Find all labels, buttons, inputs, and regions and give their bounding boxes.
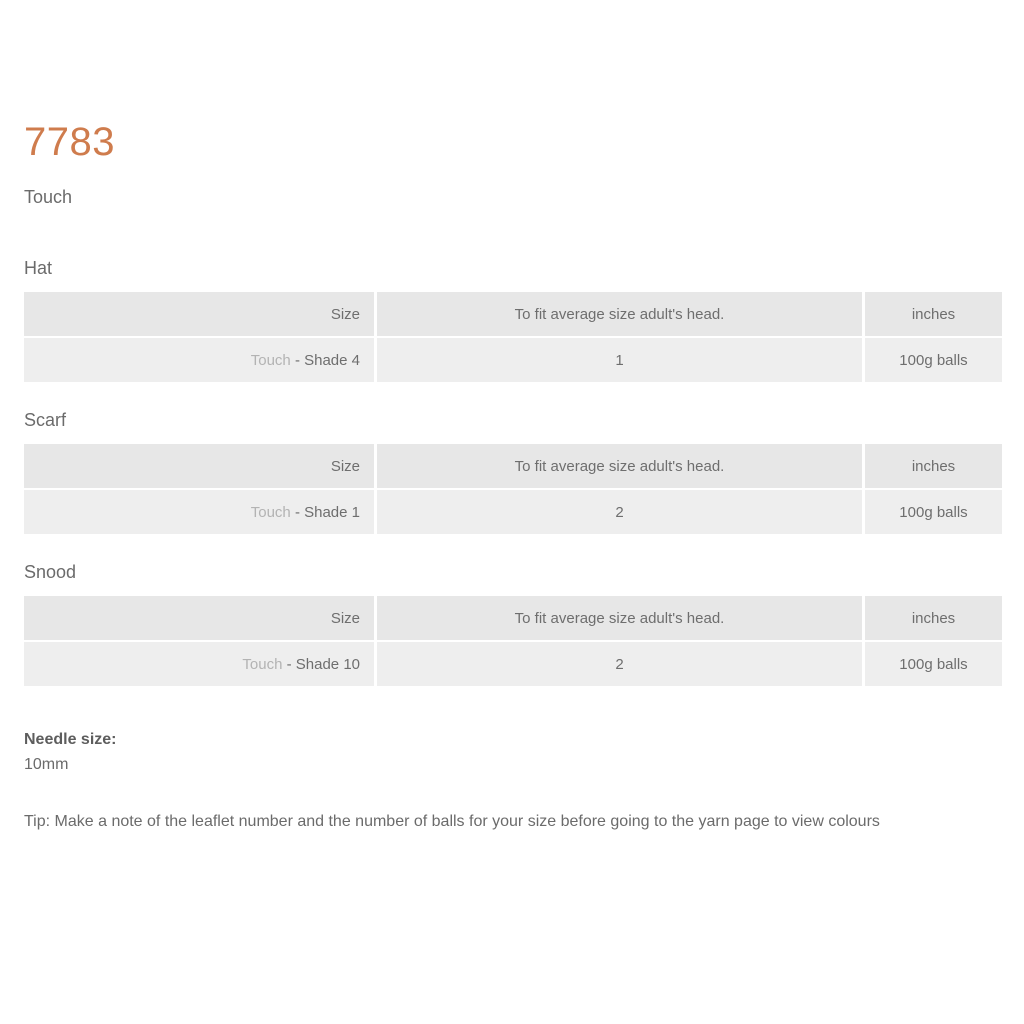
table-header-row: Size To fit average size adult's head. i… [24, 596, 1002, 640]
section-title: Scarf [24, 410, 67, 430]
header-cell-unit: inches [865, 444, 1002, 488]
cell-ball-unit: 100g balls [865, 642, 1002, 686]
spec-table: Size To fit average size adult's head. i… [21, 594, 1005, 688]
needle-size-value: 10mm [24, 756, 69, 773]
cell-yarn-shade: Touch - Shade 4 [24, 338, 374, 382]
table-row: Touch - Shade 4 1 100g balls [24, 338, 1002, 382]
yarn-brand-label: Touch [242, 655, 283, 673]
cell-yarn-shade: Touch - Shade 1 [24, 490, 374, 534]
header-cell-fit: To fit average size adult's head. [377, 292, 862, 336]
cell-ball-count: 2 [377, 490, 862, 534]
yarn-shade-label: - Shade 4 [294, 351, 360, 369]
spec-table: Size To fit average size adult's head. i… [21, 290, 1005, 384]
yarn-shade-label: - Shade 1 [294, 503, 360, 521]
cell-ball-unit: 100g balls [865, 338, 1002, 382]
section-title: Hat [24, 258, 53, 278]
table-header-row: Size To fit average size adult's head. i… [24, 292, 1002, 336]
header-cell-size: Size [24, 596, 374, 640]
header-cell-unit: inches [865, 292, 1002, 336]
leaflet-number: 7783 [24, 120, 115, 164]
header-cell-size: Size [24, 444, 374, 488]
pattern-leaflet-page: 7783 Touch Hat Size To fit average size … [0, 0, 1024, 1024]
spec-table: Size To fit average size adult's head. i… [21, 442, 1005, 536]
header-cell-fit: To fit average size adult's head. [377, 596, 862, 640]
header-cell-unit: inches [865, 596, 1002, 640]
cell-ball-count: 1 [377, 338, 862, 382]
header-cell-size: Size [24, 292, 374, 336]
header-cell-fit: To fit average size adult's head. [377, 444, 862, 488]
yarn-brand-label: Touch [250, 503, 291, 521]
table-row: Touch - Shade 10 2 100g balls [24, 642, 1002, 686]
garment-sections: Hat Size To fit average size adult's hea… [24, 256, 1002, 688]
cell-ball-count: 2 [377, 642, 862, 686]
cell-ball-unit: 100g balls [865, 490, 1002, 534]
tip-text: Tip: Make a note of the leaflet number a… [24, 813, 880, 830]
needle-size-label: Needle size: [24, 731, 117, 748]
section-title: Snood [24, 562, 77, 582]
garment-section: Snood Size To fit average size adult's h… [24, 560, 1002, 688]
yarn-brand-label: Touch [250, 351, 291, 369]
garment-section: Hat Size To fit average size adult's hea… [24, 256, 1002, 384]
garment-section: Scarf Size To fit average size adult's h… [24, 408, 1002, 536]
yarn-shade-label: - Shade 10 [286, 655, 360, 673]
table-header-row: Size To fit average size adult's head. i… [24, 444, 1002, 488]
pattern-notes: Needle size: 10mm Tip: Make a note of th… [24, 728, 999, 837]
table-row: Touch - Shade 1 2 100g balls [24, 490, 1002, 534]
cell-yarn-shade: Touch - Shade 10 [24, 642, 374, 686]
yarn-name: Touch [24, 187, 73, 207]
